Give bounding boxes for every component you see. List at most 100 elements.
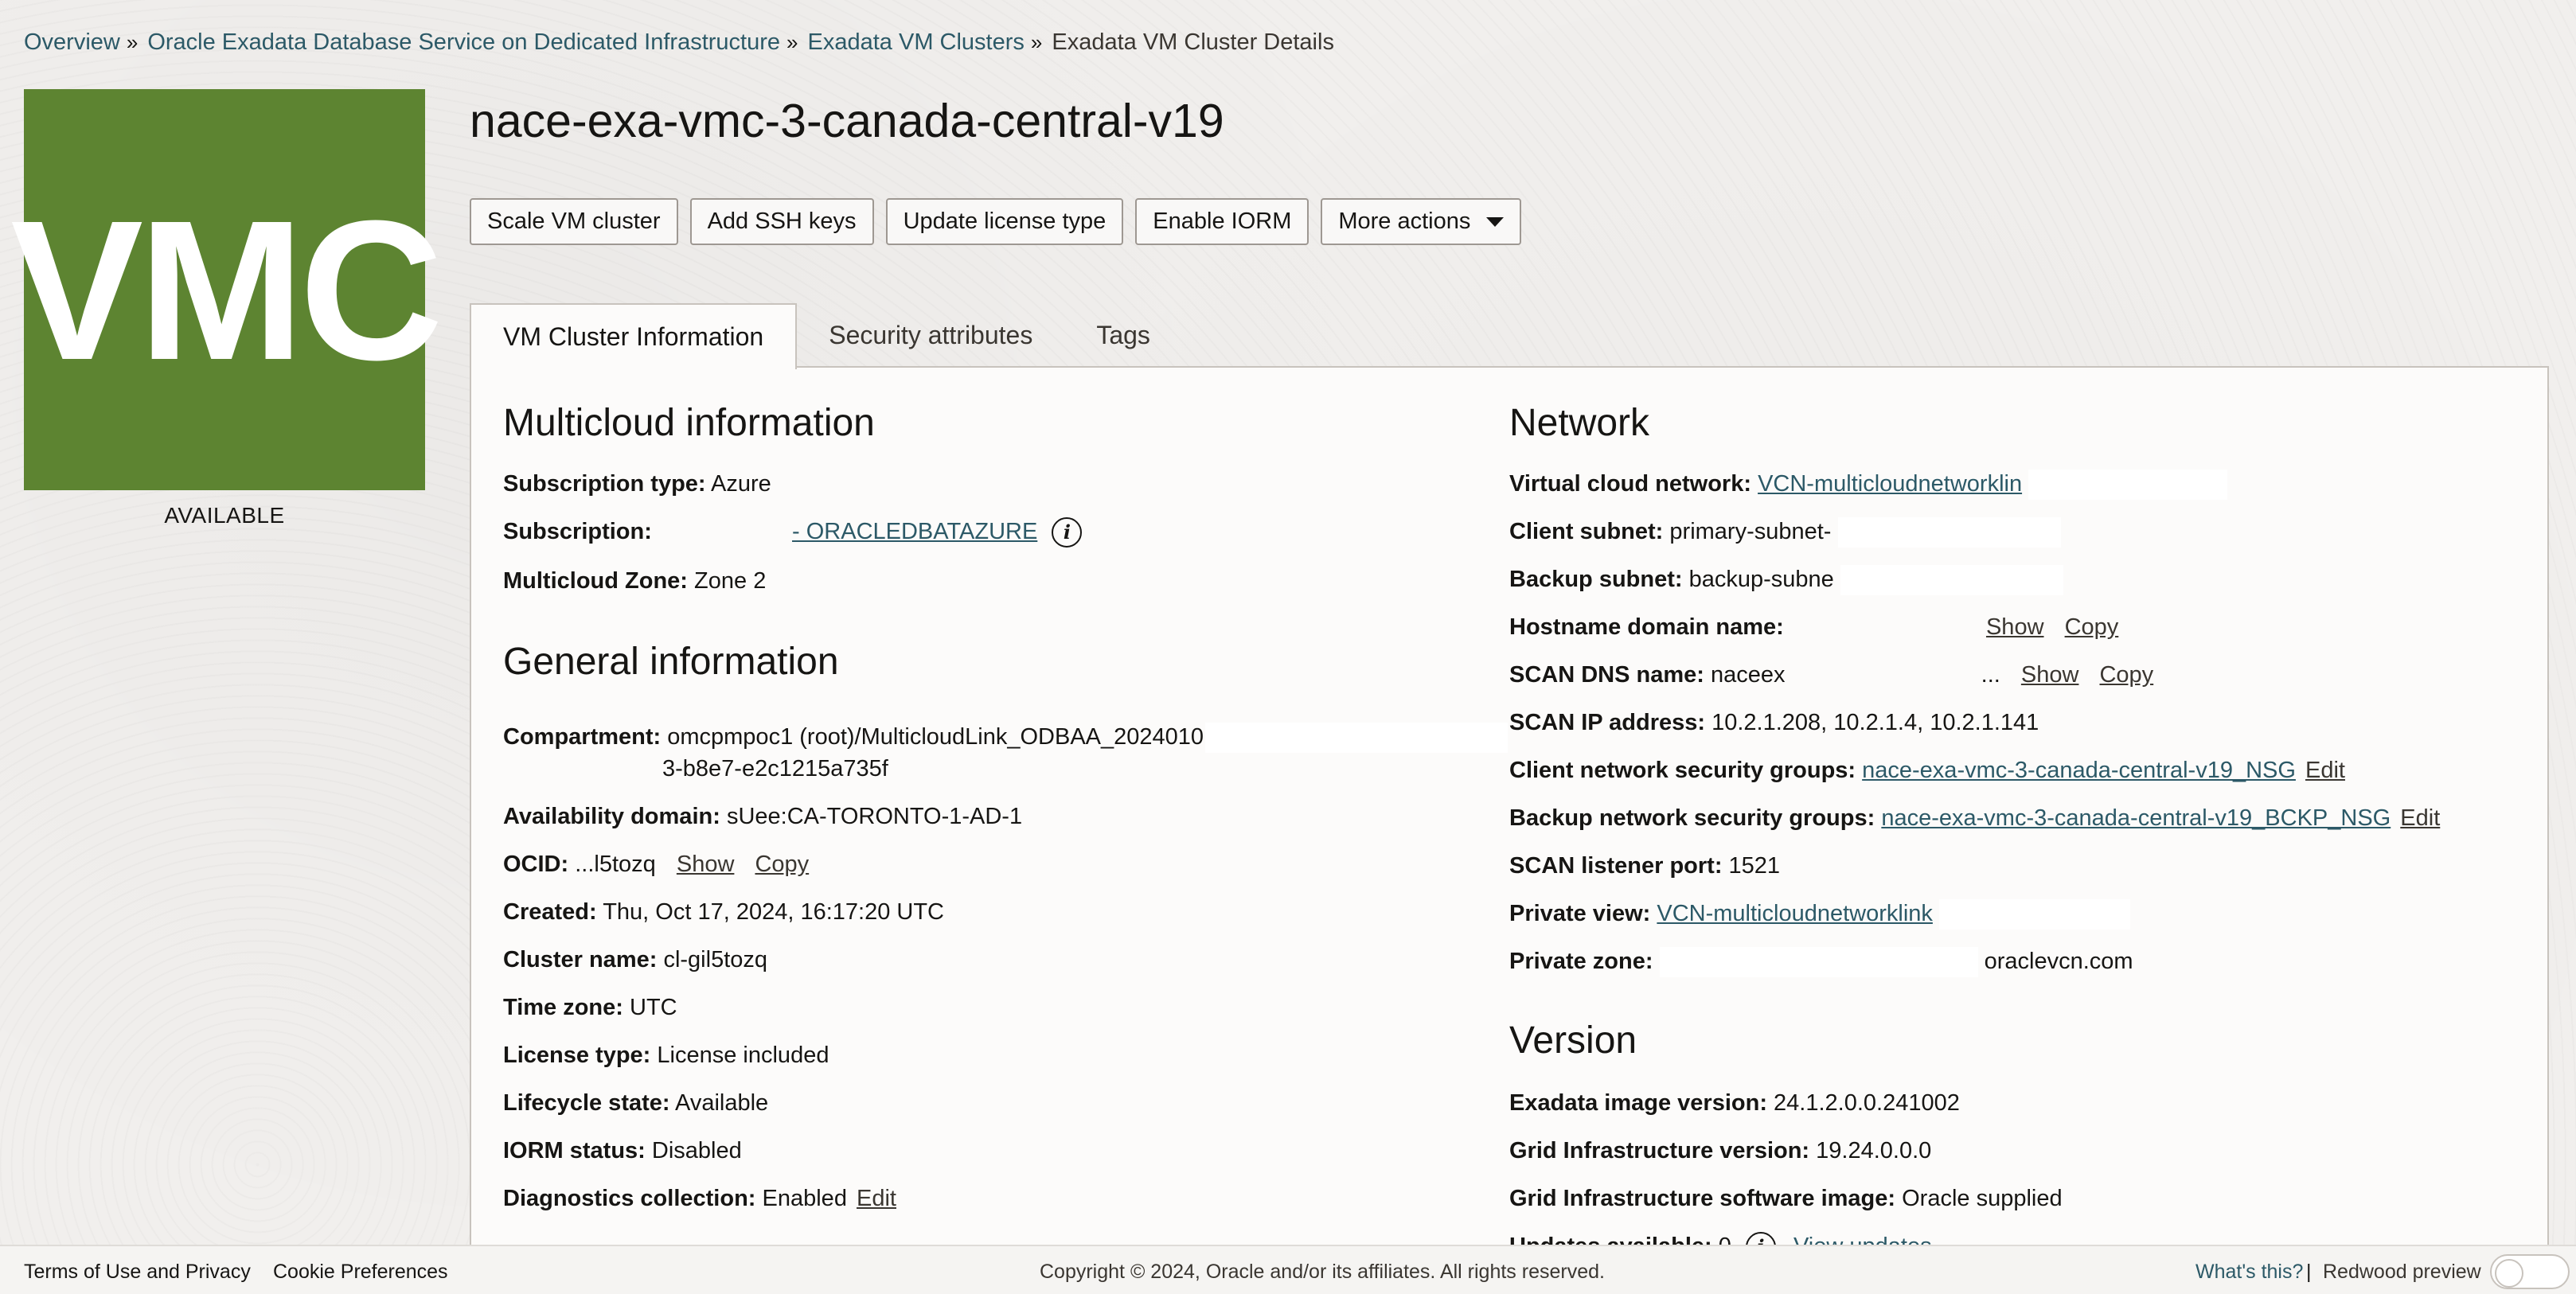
client-nsg-link[interactable]: nace-exa-vmc-3-canada-central-v19_NSG	[1862, 758, 2296, 783]
cluster-name-value: cl-gil5tozq	[663, 947, 768, 972]
general-information-heading: General information	[503, 641, 839, 683]
page-footer: Terms of Use and Privacy Cookie Preferen…	[0, 1245, 2576, 1294]
field-label: Exadata image version:	[1509, 1090, 1767, 1116]
redacted-area	[1205, 723, 1509, 754]
breadcrumb-separator: »	[126, 29, 139, 54]
badge-text: VMC	[10, 178, 443, 401]
field-label: Virtual cloud network:	[1509, 471, 1752, 497]
hostname-copy-link[interactable]: Copy	[2065, 614, 2119, 640]
redacted-area	[1790, 613, 1965, 643]
tab-tags[interactable]: Tags	[1064, 303, 1182, 368]
backup-subnet-row: Backup subnet: backup-subne	[1509, 565, 2063, 596]
client-nsg-edit-link[interactable]: Edit	[2305, 758, 2345, 783]
ocid-show-link[interactable]: Show	[677, 852, 735, 877]
ellipsis-text: ...	[1981, 662, 2000, 688]
compartment-row: Compartment: omcpmpoc1 (root)/Multicloud…	[503, 723, 1509, 754]
ocid-copy-link[interactable]: Copy	[755, 852, 809, 877]
info-icon[interactable]: i	[1052, 517, 1083, 548]
grid-software-image-value: Oracle supplied	[1902, 1186, 2063, 1211]
resource-badge-icon: VMC	[10, 89, 443, 490]
private-view-link[interactable]: VCN-multicloudnetworklink	[1657, 901, 1933, 926]
exadata-image-version-row: Exadata image version: 24.1.2.0.0.241002	[1509, 1089, 1960, 1117]
hostname-domain-row: Hostname domain name: Show Copy	[1509, 613, 2118, 643]
scan-dns-show-link[interactable]: Show	[2021, 662, 2079, 688]
grid-software-image-row: Grid Infrastructure software image: Orac…	[1509, 1184, 2063, 1213]
redacted-area	[1840, 565, 2063, 596]
field-label: Subscription:	[503, 519, 652, 544]
cookie-preferences-link[interactable]: Cookie Preferences	[273, 1261, 448, 1284]
grid-infrastructure-version-value: 19.24.0.0.0	[1816, 1138, 1932, 1163]
field-label: Created:	[503, 899, 597, 925]
field-label: Compartment:	[503, 724, 662, 750]
scan-dns-copy-link[interactable]: Copy	[2099, 662, 2153, 688]
subscription-type-row: Subscription type: Azure	[503, 470, 771, 498]
scan-ip-row: SCAN IP address: 10.2.1.208, 10.2.1.4, 1…	[1509, 708, 2039, 737]
field-label: Diagnostics collection:	[503, 1186, 756, 1211]
redacted-area	[2028, 470, 2228, 501]
tab-vm-cluster-information[interactable]: VM Cluster Information	[470, 303, 798, 369]
hostname-show-link[interactable]: Show	[1986, 614, 2044, 640]
client-subnet-row: Client subnet: primary-subnet-	[1509, 517, 2061, 548]
update-license-type-button[interactable]: Update license type	[885, 198, 1124, 245]
backup-subnet-value: backup-subne	[1688, 567, 1834, 592]
tab-bar: VM Cluster Information Security attribut…	[470, 303, 1182, 369]
field-label: Lifecycle state:	[503, 1090, 670, 1116]
backup-nsg-edit-link[interactable]: Edit	[2400, 805, 2440, 831]
breadcrumb-vm-clusters-link[interactable]: Exadata VM Clusters	[808, 29, 1025, 56]
page-title: nace-exa-vmc-3-canada-central-v19	[470, 95, 1224, 147]
whats-this-link[interactable]: What's this?	[2195, 1261, 2303, 1284]
add-ssh-keys-button[interactable]: Add SSH keys	[689, 198, 874, 245]
redacted-area	[1659, 947, 1978, 978]
availability-domain-row: Availability domain: sUee:CA-TORONTO-1-A…	[503, 802, 1022, 831]
terms-link[interactable]: Terms of Use and Privacy	[24, 1261, 251, 1284]
license-type-row: License type: License included	[503, 1041, 829, 1070]
field-label: Client network security groups:	[1509, 758, 1856, 783]
grid-infrastructure-version-row: Grid Infrastructure version: 19.24.0.0.0	[1509, 1136, 1931, 1165]
scan-listener-port-row: SCAN listener port: 1521	[1509, 852, 1780, 880]
diagnostics-edit-link[interactable]: Edit	[857, 1186, 896, 1211]
redwood-preview-toggle[interactable]	[2490, 1254, 2570, 1289]
breadcrumb-separator: »	[786, 29, 798, 54]
tab-security-attributes[interactable]: Security attributes	[797, 303, 1064, 368]
field-label: Grid Infrastructure software image:	[1509, 1186, 1896, 1211]
lifecycle-state-value: Available	[675, 1090, 769, 1116]
field-label: Availability domain:	[503, 804, 720, 829]
more-actions-button[interactable]: More actions	[1321, 198, 1522, 245]
backup-nsg-link[interactable]: nace-exa-vmc-3-canada-central-v19_BCKP_N…	[1881, 805, 2391, 831]
details-panel: Multicloud information Subscription type…	[470, 366, 2549, 1263]
field-label: SCAN IP address:	[1509, 710, 1706, 735]
subscription-link[interactable]: - ORACLEDBATAZURE	[792, 519, 1037, 544]
lifecycle-status-label: AVAILABLE	[164, 503, 285, 528]
field-label: Client subnet:	[1509, 519, 1664, 544]
field-label: IORM status:	[503, 1138, 646, 1163]
breadcrumb-separator: »	[1030, 29, 1043, 54]
scale-vm-cluster-button[interactable]: Scale VM cluster	[470, 198, 678, 245]
compartment-value-cont: 3-b8e7-e2c1215a735f	[662, 756, 888, 781]
subscription-row: Subscription: - ORACLEDBATAZURE i	[503, 517, 1083, 548]
breadcrumb: Overview » Oracle Exadata Database Servi…	[24, 29, 1334, 56]
exadata-image-version-value: 24.1.2.0.0.241002	[1774, 1090, 1960, 1116]
network-heading: Network	[1509, 402, 1650, 444]
breadcrumb-exadata-service-link[interactable]: Oracle Exadata Database Service on Dedic…	[147, 29, 780, 56]
vcn-link[interactable]: VCN-multicloudnetworklin	[1758, 471, 2022, 497]
scan-dns-value: naceex	[1711, 662, 1786, 688]
private-zone-value: oraclevcn.com	[1984, 949, 2133, 974]
field-label: Time zone:	[503, 995, 623, 1020]
breadcrumb-overview-link[interactable]: Overview	[24, 29, 120, 56]
field-label: SCAN listener port:	[1509, 853, 1723, 879]
field-label: Grid Infrastructure version:	[1509, 1138, 1810, 1163]
subscription-type-value: Azure	[711, 471, 771, 497]
footer-divider: |	[2306, 1261, 2312, 1283]
created-value: Thu, Oct 17, 2024, 16:17:20 UTC	[603, 899, 945, 925]
time-zone-value: UTC	[630, 995, 677, 1020]
field-label: Multicloud Zone:	[503, 568, 688, 594]
breadcrumb-current: Exadata VM Cluster Details	[1052, 29, 1334, 55]
enable-iorm-button[interactable]: Enable IORM	[1135, 198, 1309, 245]
scan-listener-port-value: 1521	[1728, 853, 1781, 879]
private-zone-row: Private zone: oraclevcn.com	[1509, 947, 2133, 978]
client-nsg-row: Client network security groups: nace-exa…	[1509, 756, 2345, 785]
ocid-value: ...l5tozq	[575, 852, 656, 877]
license-type-value: License included	[657, 1043, 829, 1068]
copyright-text: Copyright © 2024, Oracle and/or its affi…	[1040, 1261, 1605, 1283]
availability-domain-value: sUee:CA-TORONTO-1-AD-1	[726, 804, 1023, 829]
